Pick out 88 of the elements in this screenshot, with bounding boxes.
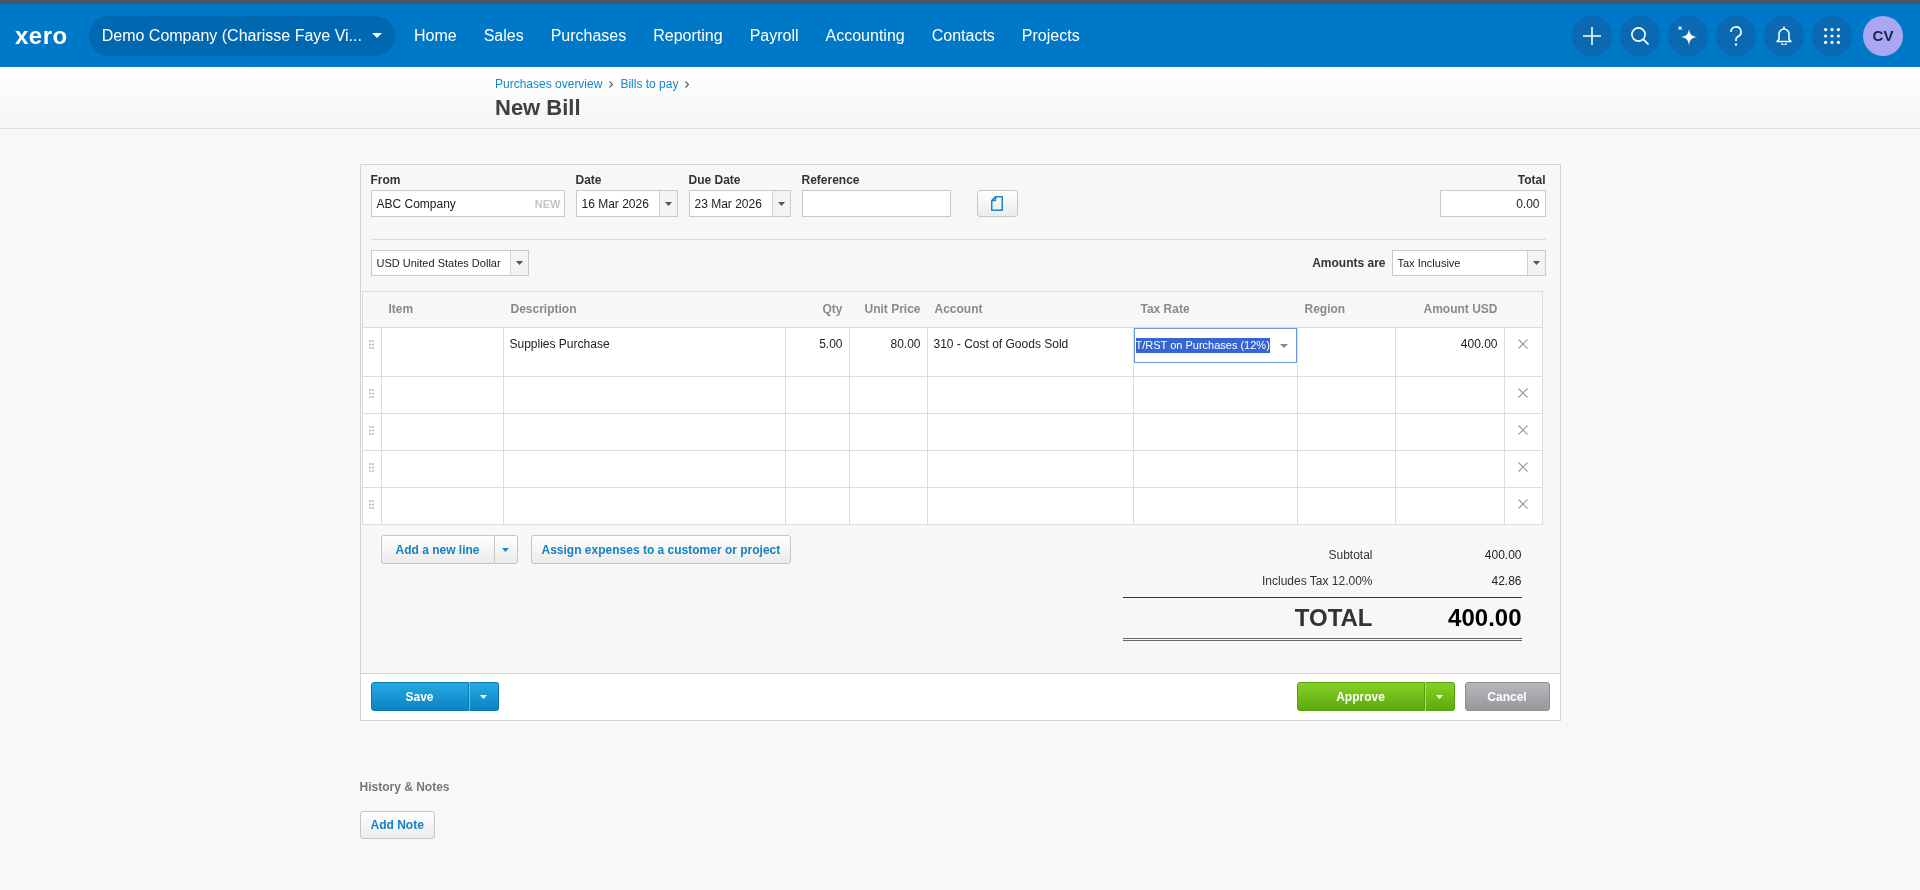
column-header: Account bbox=[934, 302, 983, 316]
organisation-switcher[interactable]: Demo Company (Charisse Faye Vi... bbox=[88, 15, 395, 56]
search-icon bbox=[1631, 26, 1649, 45]
field-label: Due Date bbox=[688, 173, 742, 187]
drag-handle-icon[interactable] bbox=[369, 426, 374, 435]
approve-button[interactable]: Approve bbox=[1296, 682, 1425, 711]
caret-icon bbox=[371, 33, 382, 38]
contact-field[interactable]: ABC Company NEW bbox=[370, 190, 565, 217]
date-field[interactable]: 16 Mar 2026 bbox=[575, 190, 678, 217]
cross-icon[interactable] bbox=[1518, 388, 1528, 398]
caret-icon bbox=[664, 201, 672, 206]
nav-link[interactable]: Projects bbox=[1021, 25, 1080, 46]
cross-icon[interactable] bbox=[1518, 462, 1528, 472]
sparkle-icon bbox=[1678, 25, 1698, 46]
help-button[interactable] bbox=[1716, 15, 1756, 56]
copy-button[interactable] bbox=[976, 190, 1018, 217]
field-label: From bbox=[370, 173, 402, 187]
drag-handle-icon[interactable] bbox=[369, 463, 374, 472]
cross-icon[interactable] bbox=[1518, 499, 1528, 509]
field-label: Total bbox=[1516, 173, 1546, 187]
total-field[interactable]: 0.00 bbox=[1439, 190, 1546, 217]
grid-icon bbox=[1824, 27, 1840, 44]
new-label: NEW bbox=[534, 197, 562, 210]
total-label: Includes Tax 12.00% bbox=[1260, 574, 1373, 588]
approve-options-button[interactable] bbox=[1424, 682, 1455, 711]
add-button[interactable] bbox=[1572, 15, 1612, 56]
total-label: Subtotal bbox=[1327, 548, 1373, 562]
assistant-button[interactable] bbox=[1668, 15, 1708, 56]
cross-icon[interactable] bbox=[1518, 339, 1528, 349]
page-title: New Bill bbox=[495, 94, 581, 122]
caret-icon bbox=[502, 547, 509, 552]
nav-link[interactable]: Sales bbox=[483, 25, 524, 46]
grand-total-value: 400.00 bbox=[1447, 604, 1522, 632]
plus-icon bbox=[1583, 26, 1601, 45]
column-header: Qty bbox=[822, 302, 843, 316]
drag-handle-icon[interactable] bbox=[369, 340, 374, 349]
cross-icon[interactable] bbox=[1518, 425, 1528, 435]
save-button[interactable]: Save bbox=[370, 682, 469, 711]
caret-icon bbox=[480, 694, 487, 699]
input-field[interactable] bbox=[801, 190, 951, 217]
field-label: Amounts are bbox=[1312, 256, 1386, 270]
nav-link[interactable]: Home bbox=[413, 25, 457, 46]
add-line-options-button[interactable] bbox=[494, 535, 518, 564]
field-label: Reference bbox=[801, 173, 861, 187]
section-title: History & Notes bbox=[359, 779, 450, 795]
caret-icon bbox=[777, 201, 785, 206]
document-icon bbox=[991, 196, 1003, 211]
nav-link[interactable]: Payroll bbox=[749, 25, 799, 46]
user-avatar[interactable]: CV bbox=[1863, 15, 1903, 56]
caret-icon bbox=[515, 261, 523, 265]
column-header: Amount USD bbox=[1423, 302, 1498, 316]
search-button[interactable] bbox=[1620, 15, 1660, 56]
help-icon bbox=[1730, 25, 1742, 46]
breadcrumb-link[interactable]: Bills to pay bbox=[620, 77, 679, 91]
currency-dropdown[interactable]: USD United States Dollar bbox=[370, 250, 529, 276]
caret-icon bbox=[1436, 694, 1443, 699]
cancel-button[interactable]: Cancel bbox=[1464, 682, 1550, 711]
caret-icon bbox=[1532, 261, 1540, 265]
assign-expenses-button[interactable]: Assign expenses to a customer or project bbox=[530, 535, 792, 564]
logo[interactable]: xero bbox=[15, 21, 68, 50]
nav-link[interactable]: Purchases bbox=[550, 25, 627, 46]
total-value: 42.86 bbox=[1490, 574, 1522, 588]
drag-handle-icon[interactable] bbox=[369, 500, 374, 509]
nav-link[interactable]: Reporting bbox=[653, 25, 723, 46]
column-header: Tax Rate bbox=[1140, 302, 1190, 316]
total-value: 400.00 bbox=[1483, 548, 1522, 562]
nav-link[interactable]: Contacts bbox=[931, 25, 995, 46]
notifications-button[interactable] bbox=[1764, 15, 1804, 56]
column-header: Unit Price bbox=[864, 302, 921, 316]
add-line-button[interactable]: Add a new line bbox=[380, 535, 495, 564]
add-note-button[interactable]: Add Note bbox=[359, 811, 435, 839]
breadcrumb-link[interactable]: Purchases overview bbox=[495, 77, 603, 91]
nav-link[interactable]: Accounting bbox=[825, 25, 905, 46]
drag-handle-icon[interactable] bbox=[369, 389, 374, 398]
chevron-icon bbox=[685, 80, 690, 88]
chevron-icon bbox=[609, 80, 614, 88]
column-header: Description bbox=[510, 302, 577, 316]
column-header: Item bbox=[388, 302, 414, 316]
grand-total-label: TOTAL bbox=[1293, 604, 1373, 632]
caret-icon bbox=[1279, 343, 1288, 348]
tax-rate-dropdown[interactable]: T/RST on Purchases (12%) bbox=[1133, 328, 1297, 363]
column-header: Region bbox=[1304, 302, 1346, 316]
bell-icon bbox=[1776, 26, 1792, 45]
date-field[interactable]: 23 Mar 2026 bbox=[688, 190, 791, 217]
field-label: Date bbox=[575, 173, 603, 187]
save-options-button[interactable] bbox=[468, 682, 499, 711]
apps-button[interactable] bbox=[1812, 15, 1852, 56]
tax-mode-dropdown[interactable]: Tax Inclusive bbox=[1391, 250, 1546, 276]
